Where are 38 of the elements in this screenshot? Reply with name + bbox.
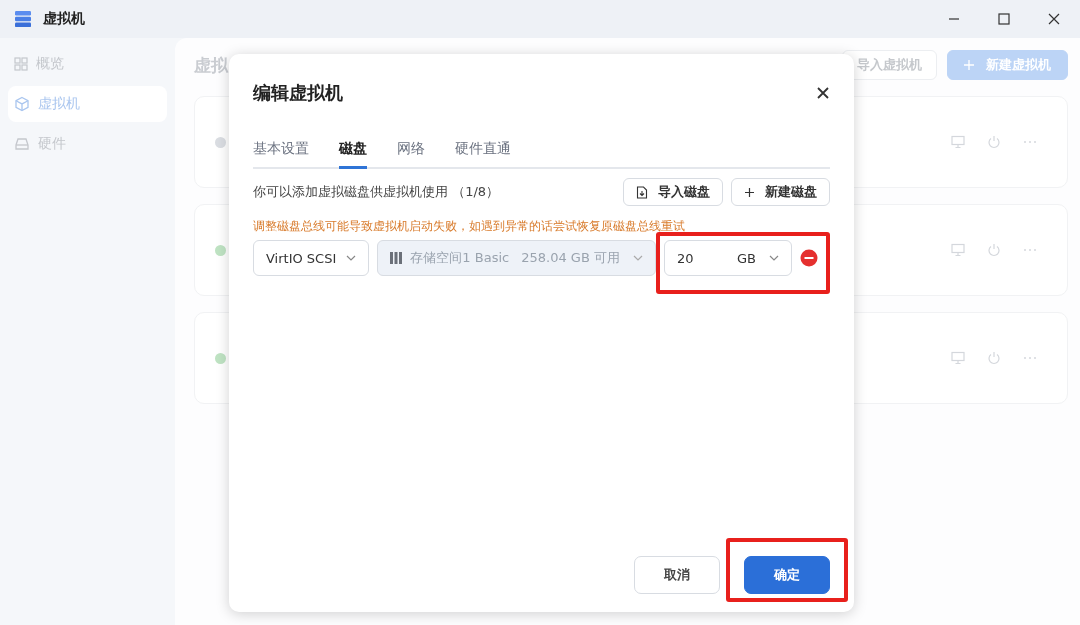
dialog-title: 编辑虚拟机 xyxy=(253,81,343,105)
confirm-button[interactable]: 确定 xyxy=(744,556,830,594)
monitor-icon[interactable] xyxy=(951,135,965,149)
chevron-down-icon xyxy=(633,255,643,261)
close-icon[interactable] xyxy=(816,86,830,100)
cube-icon xyxy=(14,96,30,112)
power-icon[interactable] xyxy=(987,243,1001,257)
more-icon[interactable] xyxy=(1023,248,1037,252)
maximize-icon[interactable] xyxy=(998,13,1010,25)
monitor-icon[interactable] xyxy=(951,351,965,365)
tab[interactable]: 磁盘 xyxy=(339,140,367,169)
tab[interactable]: 硬件直通 xyxy=(455,140,511,169)
server-logo-icon xyxy=(13,9,33,29)
drive-icon xyxy=(14,136,30,152)
grid-icon xyxy=(14,57,28,71)
remove-icon[interactable] xyxy=(800,249,818,267)
window-title: 虚拟机 xyxy=(43,10,85,28)
monitor-icon[interactable] xyxy=(951,243,965,257)
close-icon[interactable] xyxy=(1048,13,1060,25)
more-icon[interactable] xyxy=(1023,356,1037,360)
chevron-down-icon xyxy=(769,255,779,261)
tab[interactable]: 网络 xyxy=(397,140,425,169)
chevron-down-icon xyxy=(346,255,357,261)
size-field[interactable]: 20 GB xyxy=(664,240,792,276)
warning-text: 调整磁盘总线可能导致虚拟机启动失败，如遇到异常的话尝试恢复原磁盘总线重试 xyxy=(253,219,686,234)
new-disk-button[interactable]: 新建磁盘 xyxy=(731,178,830,206)
bus-select[interactable]: VirtIO SCSI xyxy=(253,240,370,276)
tab[interactable]: 基本设置 xyxy=(253,140,309,169)
import-disk-button[interactable]: 导入磁盘 xyxy=(623,178,723,206)
storage-icon xyxy=(390,252,403,264)
file-import-icon xyxy=(636,185,648,199)
cancel-button[interactable]: 取消 xyxy=(634,556,720,594)
power-icon[interactable] xyxy=(987,135,1001,149)
more-icon[interactable] xyxy=(1023,140,1037,144)
plus-icon xyxy=(964,60,974,70)
power-icon[interactable] xyxy=(987,351,1001,365)
disk-count-text: 你可以添加虚拟磁盘供虚拟机使用 （1/8） xyxy=(253,183,500,201)
plus-icon xyxy=(744,186,755,198)
